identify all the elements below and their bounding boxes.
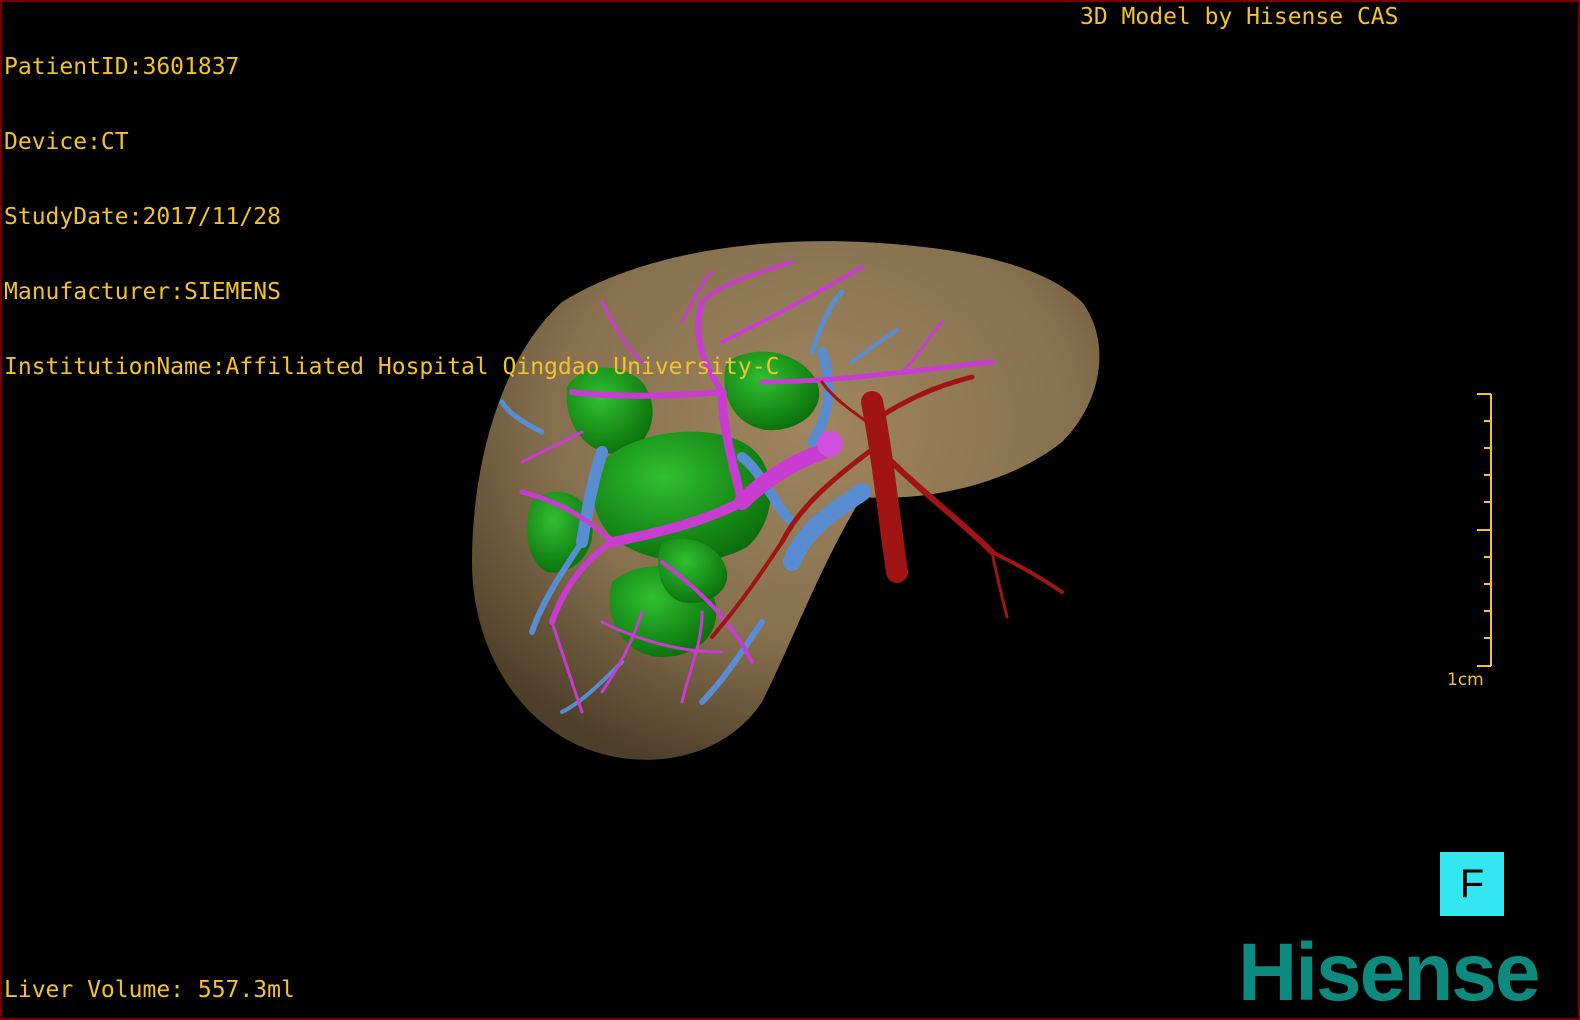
study-date: StudyDate:2017/11/28 — [4, 204, 281, 230]
liver-volume: Liver Volume: 557.3ml — [4, 977, 295, 1003]
manufacturer: Manufacturer:SIEMENS — [4, 279, 281, 305]
scale-bar-label: 1cm — [1447, 670, 1484, 690]
3d-viewport[interactable]: PatientID:3601837 Device:CT StudyDate:20… — [0, 0, 1580, 1020]
model-credit: 3D Model by Hisense CAS — [1080, 4, 1399, 30]
patient-id: PatientID:3601837 — [4, 54, 240, 80]
portal-vein-node — [817, 431, 843, 457]
orientation-cube[interactable]: F — [1440, 852, 1504, 916]
hisense-logo: Hisense — [1238, 927, 1541, 1018]
patient-info: PatientID:3601837 Device:CT StudyDate:20… — [4, 5, 779, 430]
scale-bar — [1477, 393, 1492, 667]
device: Device:CT — [4, 129, 129, 155]
institution-name: InstitutionName:Affiliated Hospital Qing… — [4, 354, 780, 380]
